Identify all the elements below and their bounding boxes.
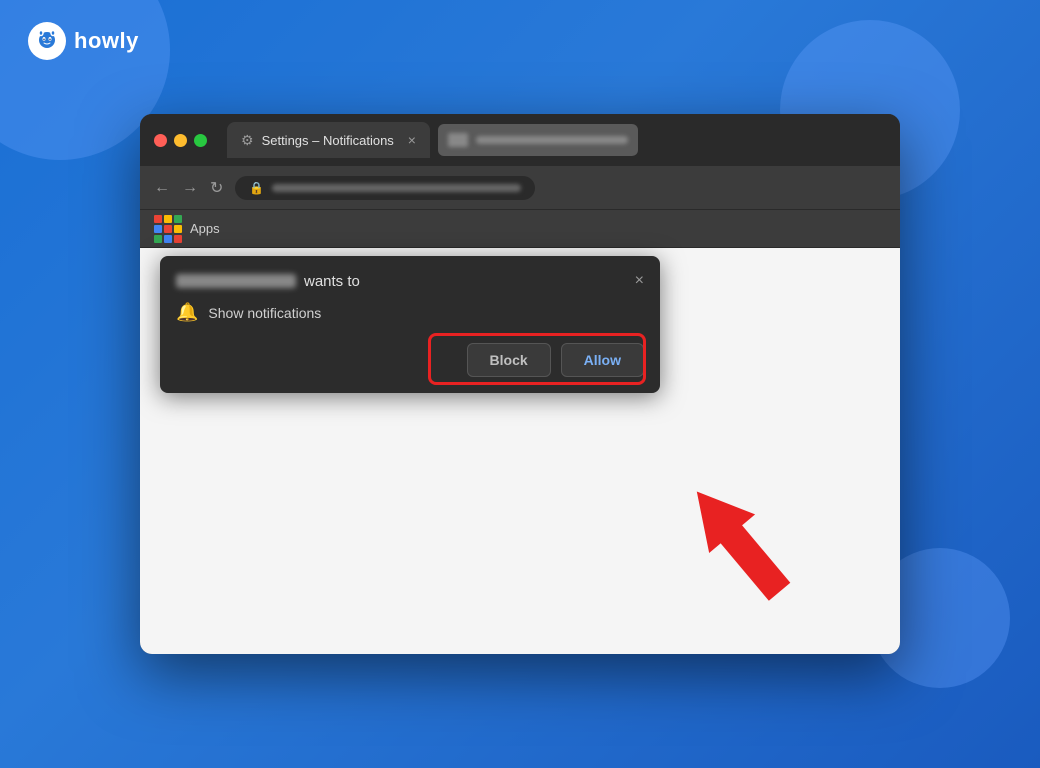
popup-title: wants to	[176, 273, 360, 290]
apps-grid-icon	[154, 215, 182, 243]
red-arrow	[650, 464, 840, 634]
tab-inactive-url	[476, 136, 628, 144]
apps-dot-6	[174, 225, 182, 233]
howly-logo-icon	[28, 22, 66, 60]
apps-dot-7	[154, 235, 162, 243]
bookmarks-bar: Apps	[140, 210, 900, 248]
url-bar[interactable]: 🔒	[235, 176, 535, 200]
lock-icon: 🔒	[249, 181, 264, 195]
popup-notification-text: Show notifications	[208, 305, 321, 321]
popup-body: 🔔 Show notifications	[160, 290, 660, 335]
apps-dot-5	[164, 225, 172, 233]
popup-close-button[interactable]: ×	[635, 272, 644, 290]
howly-label: howly	[74, 28, 139, 54]
close-window-button[interactable]	[154, 134, 167, 147]
url-text	[272, 184, 521, 192]
howly-brand: howly	[28, 22, 139, 60]
popup-header: wants to ×	[160, 256, 660, 290]
forward-button[interactable]: →	[182, 179, 198, 197]
apps-dot-9	[174, 235, 182, 243]
refresh-button[interactable]: ↻	[210, 178, 223, 198]
bell-icon: 🔔	[176, 302, 198, 323]
page-content: wants to × 🔔 Show notifications Block Al…	[140, 248, 900, 654]
block-button[interactable]: Block	[467, 343, 551, 377]
active-tab[interactable]: ⚙ Settings – Notifications ×	[227, 122, 430, 158]
allow-button[interactable]: Allow	[561, 343, 644, 377]
apps-label: Apps	[190, 221, 220, 236]
inactive-tab[interactable]	[438, 124, 638, 156]
popup-wants-to-text: wants to	[304, 273, 360, 290]
apps-dot-2	[164, 215, 172, 223]
minimize-window-button[interactable]	[174, 134, 187, 147]
address-bar: ← → ↻ 🔒	[140, 166, 900, 210]
apps-dot-3	[174, 215, 182, 223]
apps-dot-4	[154, 225, 162, 233]
tab-thumbnail	[448, 133, 468, 147]
title-bar: ⚙ Settings – Notifications ×	[140, 114, 900, 166]
tab-area: ⚙ Settings – Notifications ×	[227, 122, 886, 158]
back-button[interactable]: ←	[154, 179, 170, 197]
traffic-lights	[154, 134, 207, 147]
notification-popup: wants to × 🔔 Show notifications Block Al…	[160, 256, 660, 393]
settings-gear-icon: ⚙	[241, 132, 254, 149]
tab-close-button[interactable]: ×	[408, 132, 416, 148]
tab-title: Settings – Notifications	[262, 133, 394, 148]
apps-dot-1	[154, 215, 162, 223]
browser-window: ⚙ Settings – Notifications × ← → ↻ 🔒	[140, 114, 900, 654]
maximize-window-button[interactable]	[194, 134, 207, 147]
popup-site-name-blurred	[176, 274, 296, 288]
apps-dot-8	[164, 235, 172, 243]
popup-actions: Block Allow	[160, 335, 660, 393]
